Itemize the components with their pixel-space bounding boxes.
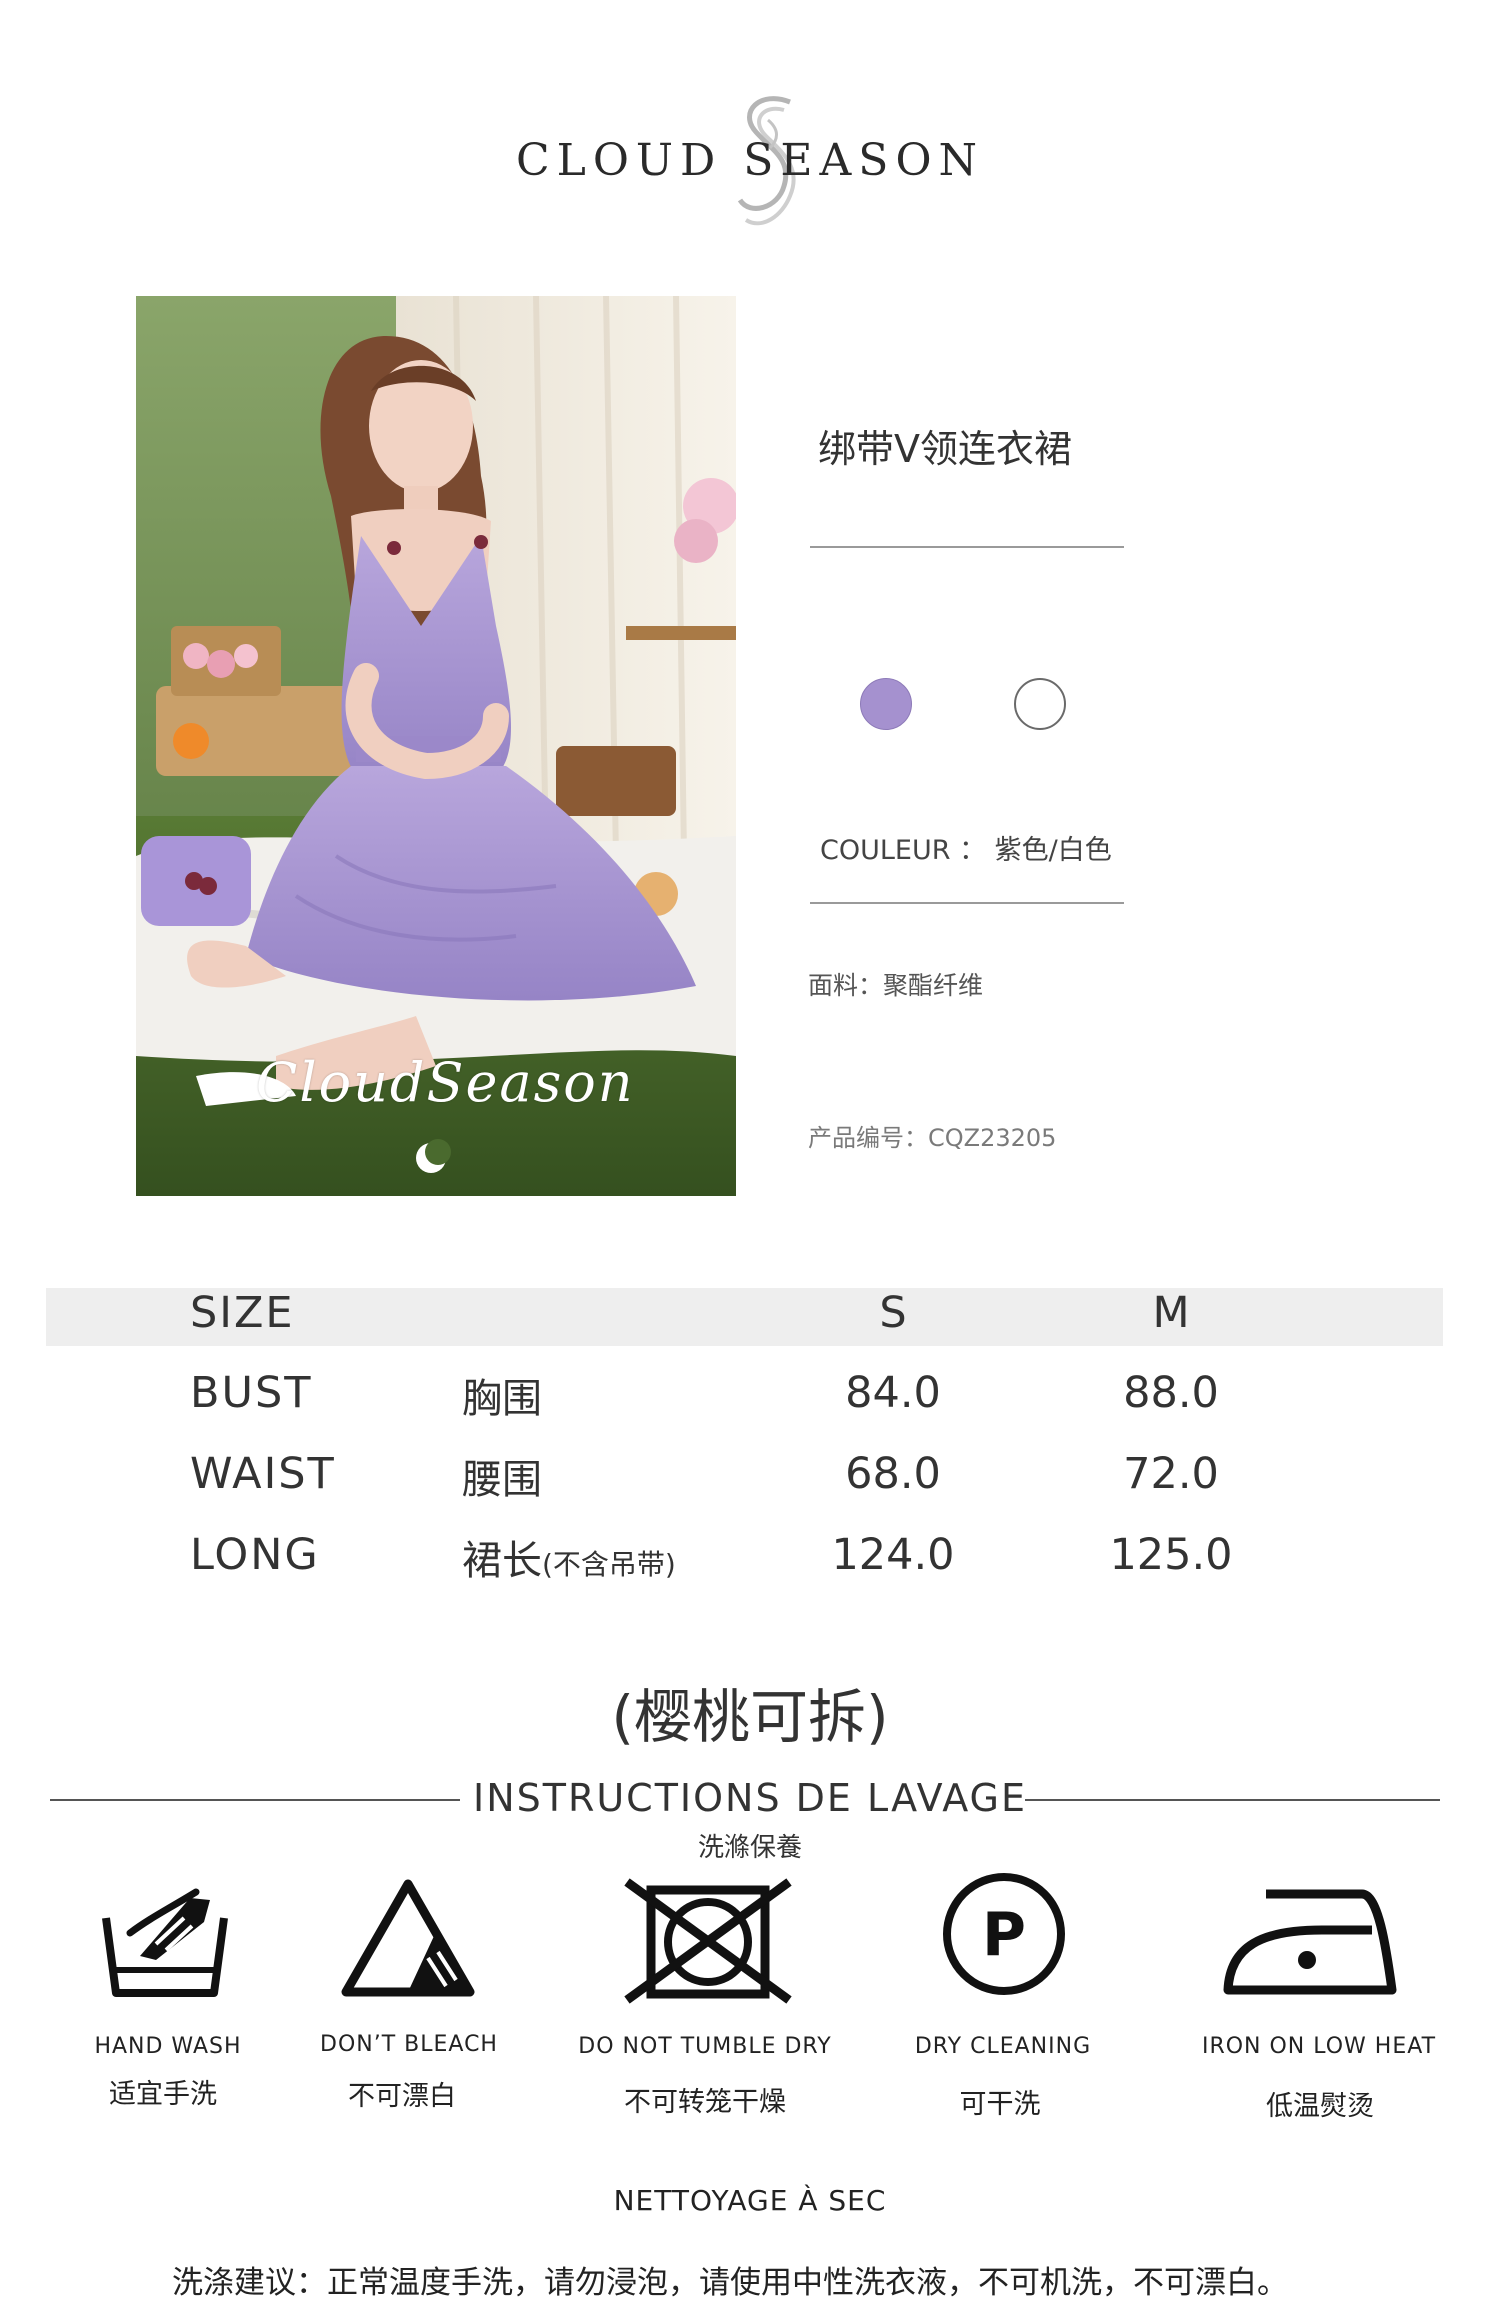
row-waist-cn: 腰围	[462, 1457, 542, 1503]
hand-wash-icon	[102, 1888, 228, 1997]
label-no-bleach-cn: 不可漂白	[348, 2081, 456, 2112]
svg-text:P: P	[982, 1900, 1026, 1970]
label-no-tumble-dry-cn: 不可转笼干燥	[624, 2087, 786, 2118]
dry-clean-icon: P	[943, 1873, 1065, 1995]
no-bleach-icon	[341, 1879, 475, 1997]
product-number: 产品编号：CQZ23205	[808, 1124, 1057, 1152]
row-long-cn: 裙长(不含吊带)	[462, 1528, 676, 1586]
product-photo: CloudSeason	[136, 296, 736, 1196]
no-tumble-dry-icon	[624, 1878, 792, 2004]
washing-advice: 洗涤建议：正常温度手洗，请勿浸泡，请使用中性洗衣液，不可机洗，不可漂白。	[172, 2265, 1288, 2301]
color-swatch-white[interactable]	[1014, 678, 1066, 730]
divider	[810, 902, 1124, 904]
color-swatch-purple[interactable]	[860, 678, 912, 730]
row-long-cn-main: 裙长	[462, 1538, 542, 1584]
size-header-m: M	[1152, 1288, 1190, 1338]
row-long-note: (不含吊带)	[542, 1548, 676, 1581]
dry-clean-note: NETTOYAGE À SEC	[613, 2184, 887, 2217]
cherry-removable-note: (樱桃可拆)	[611, 1683, 889, 1751]
row-long-s: 124.0	[831, 1530, 955, 1580]
label-dry-cleaning-cn: 可干洗	[959, 2089, 1041, 2120]
brand-header: CLOUD SEASON	[0, 90, 1500, 260]
divider	[810, 546, 1124, 548]
washing-subtitle: 洗滌保養	[697, 1833, 802, 1863]
row-bust-m: 88.0	[1123, 1368, 1219, 1418]
washing-title: INSTRUCTIONS DE LAVAGE	[473, 1776, 1027, 1820]
row-long-m: 125.0	[1109, 1530, 1233, 1580]
row-waist-en: WAIST	[190, 1449, 336, 1499]
photo-signature-watermark: CloudSeason	[256, 1051, 635, 1114]
row-bust-en: BUST	[190, 1368, 313, 1418]
product-name: 绑带V领连衣裙	[818, 427, 1072, 471]
fabric-label: 面料：聚酯纤维	[808, 971, 984, 1000]
label-no-bleach-en: DON’T BLEACH	[320, 2032, 498, 2057]
label-iron-low-en: IRON ON LOW HEAT	[1201, 2034, 1437, 2059]
brand-name: CLOUD SEASON	[515, 135, 985, 186]
row-waist-s: 68.0	[845, 1449, 941, 1499]
label-iron-low-cn: 低温熨烫	[1266, 2091, 1374, 2122]
row-bust-s: 84.0	[845, 1368, 941, 1418]
iron-low-icon	[1223, 1889, 1397, 1995]
label-dry-cleaning-en: DRY CLEANING	[914, 2034, 1092, 2059]
size-header-label: SIZE	[190, 1288, 295, 1338]
label-no-tumble-dry-en: DO NOT TUMBLE DRY	[578, 2034, 832, 2059]
row-long-en: LONG	[190, 1530, 320, 1580]
size-header-s: S	[879, 1288, 907, 1338]
color-label: COULEUR ： 紫色/白色	[820, 835, 1112, 866]
row-bust-cn: 胸围	[462, 1376, 542, 1422]
row-waist-m: 72.0	[1123, 1449, 1219, 1499]
